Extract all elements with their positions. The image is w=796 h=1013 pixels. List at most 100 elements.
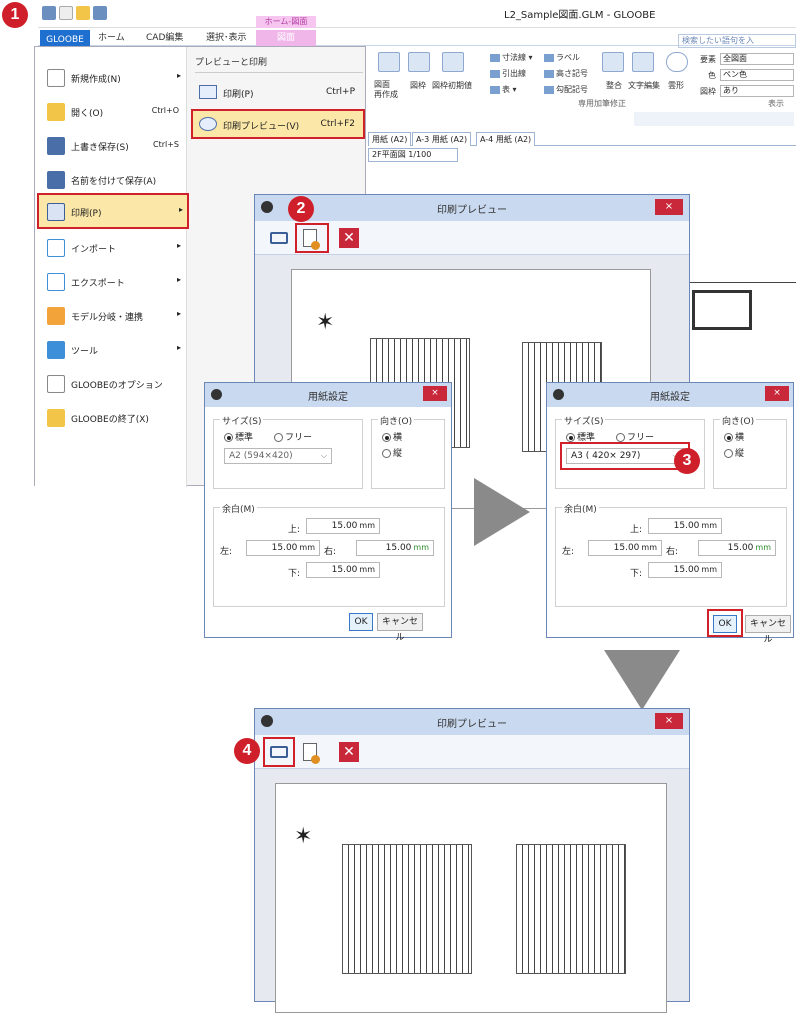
slope-mark-button[interactable]: 勾配記号	[544, 84, 588, 95]
printer-icon	[199, 85, 217, 99]
dimension-button[interactable]: 寸法線 ▾	[490, 52, 533, 63]
radio-landscape[interactable]: 横	[724, 430, 744, 443]
submenu-print[interactable]: 印刷(P) Ctrl+P	[193, 79, 363, 105]
paper-setup-button[interactable]	[299, 740, 323, 764]
close-button[interactable]: ×	[423, 386, 447, 401]
menu-item-model-branch[interactable]: モデル分岐・連携 ▸	[39, 299, 185, 333]
import-icon	[47, 239, 65, 257]
doc-tab[interactable]: 用紙 (A2)	[368, 132, 412, 146]
text-edit-button[interactable]: 文字編集	[628, 80, 660, 91]
height-mark-button[interactable]: 高さ記号	[544, 68, 588, 79]
color-select[interactable]: ペン色	[720, 69, 794, 81]
save-as-icon	[47, 171, 65, 189]
cancel-button[interactable]: キャンセル	[377, 613, 423, 643]
redraw-drawing-icon[interactable]	[378, 52, 400, 72]
label-button[interactable]: ラベル	[544, 52, 580, 63]
doc-tab[interactable]: A-4 用紙 (A2)	[476, 132, 536, 146]
margin-bottom-input[interactable]: 15.00 mm	[306, 562, 380, 578]
search-input[interactable]: 検索したい語句を入	[678, 34, 796, 48]
margin-left-input[interactable]: 15.00 mm	[246, 540, 320, 556]
paper-setup-icon	[303, 743, 320, 764]
radio-portrait[interactable]: 縦	[724, 446, 744, 459]
file-menu-list: 新規作成(N) ▸ 開く(O) Ctrl+O 上書き保存(S) Ctrl+S 名前を付…	[35, 47, 189, 487]
label-icon	[544, 53, 554, 62]
submenu-print-preview[interactable]: 印刷プレビュー(V) Ctrl+F2	[191, 109, 365, 139]
close-preview-button[interactable]: ✕	[337, 740, 361, 764]
radio-dot	[224, 433, 233, 442]
menu-item-tools[interactable]: ツール ▸	[39, 333, 185, 367]
cloud-button[interactable]: 雲形	[668, 80, 684, 91]
close-button[interactable]: ×	[655, 713, 683, 729]
dialog-caption: 印刷プレビュー ×	[255, 195, 689, 221]
highlight-box	[560, 442, 690, 470]
mini-toolbar	[634, 112, 794, 126]
menu-item-save-as[interactable]: 名前を付けて保存(A)	[39, 163, 185, 197]
annotation-group-label: 専用加筆修正	[578, 99, 626, 108]
frame-icon[interactable]	[408, 52, 430, 72]
doc-tab[interactable]: A-3 用紙 (A2)	[412, 132, 472, 146]
align-icon[interactable]	[602, 52, 624, 72]
radio-dot	[382, 449, 391, 458]
margin-top-input[interactable]: 15.00 mm	[648, 518, 722, 534]
paper-size-dropdown[interactable]: A2 (594×420) ⌵	[224, 448, 332, 464]
cancel-button[interactable]: キャンセル	[745, 615, 791, 645]
margin-bottom-input[interactable]: 15.00 mm	[648, 562, 722, 578]
options-icon	[47, 375, 65, 393]
menu-item-open[interactable]: 開く(O) Ctrl+O	[39, 95, 185, 129]
table-button[interactable]: 表 ▾	[490, 84, 517, 95]
save-icon[interactable]	[93, 6, 107, 20]
step-marker-4: 4	[234, 738, 260, 764]
close-button[interactable]: ×	[655, 199, 683, 215]
tab-drawing[interactable]: 図面	[256, 30, 316, 46]
margin-group: 余白(M) 上: 15.00 mm 左: 15.00 mm 右: 15.00 mm 下…	[555, 502, 787, 607]
dialog-caption: 用紙設定 ×	[547, 383, 793, 407]
menu-item-save[interactable]: 上書き保存(S) Ctrl+S	[39, 129, 185, 163]
close-preview-button[interactable]: ✕	[337, 226, 361, 250]
margin-left-input[interactable]: 15.00 mm	[588, 540, 662, 556]
margin-right-label: 右:	[324, 547, 337, 557]
margin-right-input[interactable]: 15.00 mm	[698, 540, 776, 556]
menu-item-export[interactable]: エクスポート ▸	[39, 265, 185, 299]
size-label: サイズ(S)	[220, 414, 264, 427]
printer-icon	[47, 203, 65, 221]
new-icon[interactable]	[59, 6, 73, 20]
tab-cad-edit[interactable]: CAD編集	[146, 30, 183, 43]
open-icon[interactable]	[76, 6, 90, 20]
dialog-title: 用紙設定	[308, 392, 348, 403]
preview-toolbar: ✕	[255, 735, 689, 769]
menu-item-new[interactable]: 新規作成(N) ▸	[39, 61, 185, 95]
radio-portrait[interactable]: 縦	[382, 446, 402, 459]
print-button[interactable]	[267, 226, 291, 250]
frame-display-select[interactable]: あり	[720, 85, 794, 97]
margin-left-label: 左:	[220, 547, 233, 557]
margin-top-input[interactable]: 15.00 mm	[306, 518, 380, 534]
element-select[interactable]: 全図面	[720, 53, 794, 65]
frame-init-icon[interactable]	[442, 52, 464, 72]
margin-right-input[interactable]: 15.00 mm	[356, 540, 434, 556]
menu-item-exit[interactable]: GLOOBEの終了(X)	[39, 401, 185, 435]
menu-item-print[interactable]: 印刷(P) ▸	[37, 193, 189, 229]
radio-free[interactable]: フリー	[274, 430, 312, 443]
align-button[interactable]: 整合	[606, 80, 622, 91]
leader-button[interactable]: 引出線	[490, 68, 526, 79]
menu-item-import[interactable]: インポート ▸	[39, 231, 185, 265]
tab-select-display[interactable]: 選択･表示	[206, 30, 247, 43]
text-edit-icon[interactable]	[632, 52, 654, 72]
ok-button[interactable]: OK	[349, 613, 373, 631]
radio-dot	[616, 433, 625, 442]
radio-landscape[interactable]: 横	[382, 430, 402, 443]
orientation-group: 向き(O) 横 縦	[713, 414, 787, 489]
frame-button[interactable]: 図枠	[410, 80, 426, 91]
menu-item-options[interactable]: GLOOBEのオプション	[39, 367, 185, 401]
cloud-icon[interactable]	[666, 52, 688, 72]
floor-plan-2f	[516, 844, 626, 974]
close-button[interactable]: ×	[765, 386, 789, 401]
compass-icon: ✶	[316, 310, 335, 335]
step-marker-2: 2	[288, 196, 314, 222]
frame-init-button[interactable]: 図枠初期値	[432, 80, 472, 91]
redraw-drawing-button[interactable]: 図面 再作成	[374, 80, 398, 100]
paper-preview: ✶	[275, 783, 667, 1013]
radio-dot	[724, 449, 733, 458]
tab-home[interactable]: ホーム	[98, 30, 125, 43]
radio-standard[interactable]: 標準	[224, 430, 253, 443]
